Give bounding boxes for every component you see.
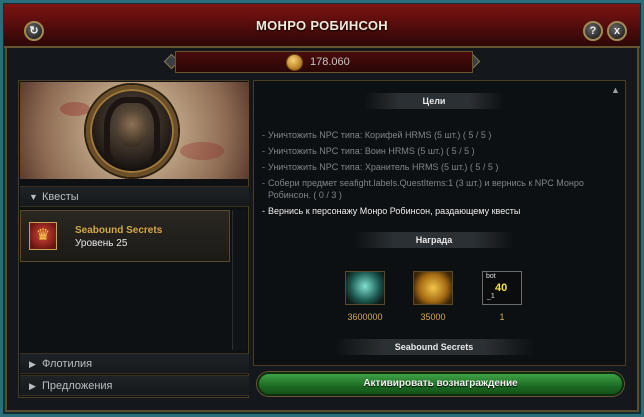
help-button[interactable]: ? [583,21,603,41]
card-top-label: bot [486,273,496,280]
quest-level: Уровень 25 [75,238,128,249]
activate-reward-button[interactable]: Активировать вознаграждение [257,372,624,396]
goal-item-active: - Вернись к персонажу Монро Робинсон, раз… [262,205,588,217]
goal-text: Собери предмет seafight.labels.QuestItem… [268,178,584,200]
quests-section-header[interactable]: ▼ Квесты [20,186,249,207]
bullet-icon: - [262,146,265,156]
refresh-icon[interactable]: ↻ [24,21,44,41]
reward-quantity: 3600000 [347,312,383,322]
goal-item: - Уничтожить NPC типа: Корифей HRMS (5 шт… [262,129,588,141]
quest-list-scrollbar[interactable] [232,210,246,350]
left-panel: ▼ Квесты ♛ Seabound Secrets Уровень 25 ▶… [18,80,249,398]
bullet-icon: - [262,178,265,188]
goal-text: Вернись к персонажу Монро Робинсон, разд… [268,206,521,216]
currency-display: 178.060 [175,51,473,73]
chevron-down-icon: ▼ [29,192,38,202]
window-title: МОНРО РОБИНСОН [255,18,388,33]
fleet-header-label: Флотилия [42,358,93,370]
card-number: 40 [495,282,508,294]
scroll-up-icon[interactable]: ▲ [611,85,620,95]
currency-value: 178.060 [310,56,350,68]
green-orb-icon[interactable] [345,271,385,305]
offers-section-header[interactable]: ▶ Предложения [20,375,249,396]
goal-text: Уничтожить NPC типа: Корифей HRMS (5 шт.… [268,130,492,140]
coin-icon [286,54,303,71]
item-card-icon[interactable]: bot 40 _1 [482,271,522,305]
goal-item: - Уничтожить NPC типа: Воин HRMS (5 шт.) … [262,145,588,157]
quest-list-item[interactable]: ♛ Seabound Secrets Уровень 25 [20,210,230,262]
quest-name: Seabound Secrets [75,225,163,236]
goal-item: - Уничтожить NPC типа: Хранитель HRMS (5 … [262,161,588,173]
quest-details-panel: ▲ Цели - Уничтожить NPC типа: Корифей HRM… [253,80,626,366]
reward-quantity: 35000 [420,312,446,322]
goal-text: Уничтожить NPC типа: Воин HRMS (5 шт.) (… [268,146,475,156]
goal-text: Уничтожить NPC типа: Хранитель HRMS (5 ш… [268,162,499,172]
chevron-right-icon: ▶ [29,381,36,391]
reward-title: Награда [354,232,514,248]
card-sub-label: _1 [487,293,495,300]
goal-item: - Собери предмет seafight.labels.QuestIte… [262,177,588,201]
chevron-right-icon: ▶ [29,359,36,369]
npc-avatar [86,85,178,177]
bullet-icon: - [262,206,265,216]
bullet-icon: - [262,130,265,140]
gold-bar-icon[interactable] [413,271,453,305]
title-bar: МОНРО РОБИНСОН ↻ ? x [4,4,640,48]
quests-header-label: Квесты [42,191,79,203]
goals-title: Цели [364,93,504,109]
offers-header-label: Предложения [42,380,113,392]
fleet-section-header[interactable]: ▶ Флотилия [20,353,249,374]
crown-icon: ♛ [29,222,57,250]
quest-set-title: Seabound Secrets [334,339,534,355]
close-button[interactable]: x [607,21,627,41]
bullet-icon: - [262,162,265,172]
reward-quantity: 1 [499,312,505,322]
npc-portrait-banner [20,82,249,179]
avatar-face [118,109,146,147]
